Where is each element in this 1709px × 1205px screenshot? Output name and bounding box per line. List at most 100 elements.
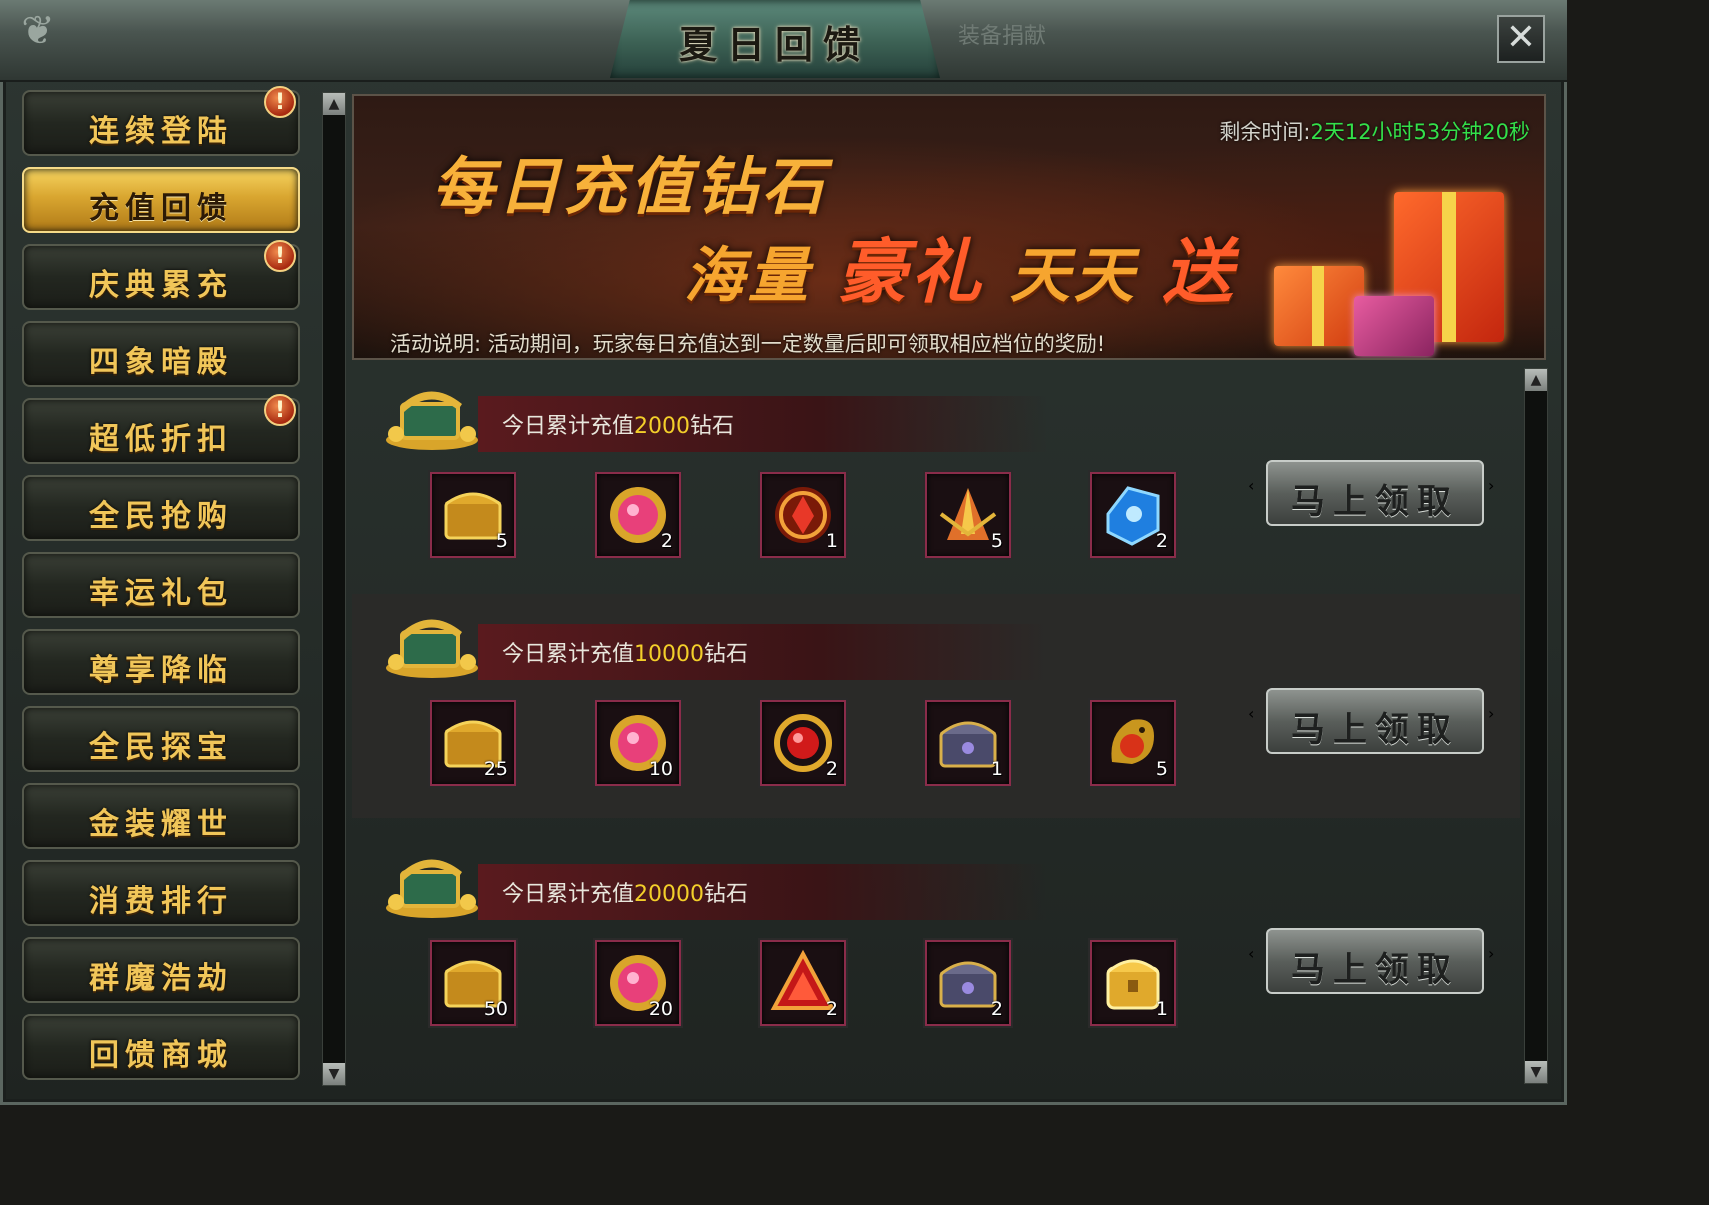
- item-count: 10: [648, 758, 673, 780]
- sidebar-item-label: 四象暗殿: [89, 345, 233, 380]
- item-count: 2: [1155, 530, 1168, 552]
- red-triangle-icon[interactable]: 2: [760, 940, 846, 1026]
- banner-subheadline: 海量 豪礼 天天 送: [684, 216, 1237, 317]
- pink-gem-icon[interactable]: 2: [595, 472, 681, 558]
- remaining-time-label: 剩余时间:: [1219, 120, 1311, 144]
- sidebar-item-discount[interactable]: 超低折扣 !: [22, 394, 300, 464]
- sidebar-item-flash-sale[interactable]: 全民抢购: [22, 475, 300, 541]
- tier-amount: 10000: [634, 642, 705, 667]
- sidebar-item-label: 连续登陆: [89, 114, 233, 149]
- dragon-icon[interactable]: 5: [1090, 700, 1176, 786]
- scroll-up-icon[interactable]: ▲: [323, 93, 345, 115]
- sidebar-item-vip-arrival[interactable]: 尊享降临: [22, 629, 300, 695]
- alert-badge-icon: !: [264, 86, 296, 118]
- remaining-time: 剩余时间:2天12小时53分钟20秒: [1219, 116, 1530, 146]
- blue-gem-icon[interactable]: 2: [1090, 472, 1176, 558]
- gold-chest-icon[interactable]: 25: [430, 700, 516, 786]
- sidebar-item-four-symbols[interactable]: 四象暗殿: [22, 321, 300, 387]
- description-text: 活动期间，玩家每日充值达到一定数量后即可领取相应档位的奖励!: [487, 332, 1106, 356]
- sidebar-item-label: 尊享降临: [89, 653, 233, 688]
- description-label: 活动说明:: [390, 332, 482, 356]
- sidebar-scrollbar[interactable]: ▲ ▼: [322, 92, 346, 1086]
- tier-requirement: 今日累计充值20000钻石: [502, 876, 748, 908]
- red-ring-icon[interactable]: 2: [760, 700, 846, 786]
- sidebar-item-lucky-pack[interactable]: 幸运礼包: [22, 552, 300, 618]
- event-banner: 每日充值钻石 海量 豪礼 天天 送 剩余时间:2天12小时53分钟20秒 活动说…: [352, 94, 1546, 360]
- scroll-down-icon[interactable]: ▼: [1525, 1061, 1547, 1083]
- window-frame: ❦ 夏日回馈 装备捐献 ✕ 连续登陆 ! 充值回馈 庆典累充 ! 四象暗殿 超低…: [0, 0, 1567, 1105]
- claim-button-label: 马上领取: [1291, 482, 1459, 522]
- sidebar-item-treasure-hunt[interactable]: 全民探宝: [22, 706, 300, 772]
- tier-suffix: 钻石: [690, 414, 735, 439]
- chevron-left-icon: ‹: [1248, 944, 1255, 963]
- sidebar: 连续登陆 ! 充值回馈 庆典累充 ! 四象暗殿 超低折扣 ! 全民抢购 幸运礼包…: [18, 86, 308, 1091]
- title-bar: ❦ 夏日回馈 装备捐献 ✕: [0, 0, 1567, 82]
- tier-amount: 20000: [634, 882, 705, 907]
- sidebar-item-label: 全民抢购: [89, 499, 233, 534]
- corner-ornament-icon: ❦: [21, 8, 55, 54]
- sidebar-item-label: 消费排行: [89, 884, 233, 919]
- item-count: 20: [648, 998, 673, 1020]
- golden-box-icon[interactable]: 1: [1090, 940, 1176, 1026]
- tab-equipment-donate[interactable]: 装备捐献: [958, 18, 1046, 50]
- claim-button[interactable]: 马上领取: [1266, 688, 1484, 754]
- sidebar-item-login[interactable]: 连续登陆 !: [22, 86, 300, 156]
- event-description: 活动说明: 活动期间，玩家每日充值达到一定数量后即可领取相应档位的奖励!: [390, 328, 1105, 358]
- tier-prefix: 今日累计充值: [502, 414, 635, 439]
- item-count: 2: [990, 998, 1003, 1020]
- sidebar-item-spending-rank[interactable]: 消费排行: [22, 860, 300, 926]
- alert-badge-icon: !: [264, 240, 296, 272]
- red-crystal-orb-icon[interactable]: 1: [760, 472, 846, 558]
- sidebar-item-label: 全民探宝: [89, 730, 233, 765]
- sidebar-item-recharge-feedback[interactable]: 充值回馈: [22, 167, 300, 233]
- item-count: 2: [825, 998, 838, 1020]
- gold-chest-icon[interactable]: 5: [430, 472, 516, 558]
- feather-fan-icon[interactable]: 5: [925, 472, 1011, 558]
- sidebar-item-label: 群魔浩劫: [89, 961, 233, 996]
- silver-chest-icon[interactable]: 2: [925, 940, 1011, 1026]
- sidebar-item-label: 超低折扣: [89, 422, 233, 457]
- treasure-chest-icon: [386, 859, 478, 918]
- pink-gem-icon[interactable]: 20: [595, 940, 681, 1026]
- sidebar-item-gold-gear[interactable]: 金装耀世: [22, 783, 300, 849]
- title-plaque: 夏日回馈: [610, 0, 940, 78]
- chevron-right-icon: ›: [1488, 704, 1495, 723]
- remaining-time-value: 2天12小时53分钟20秒: [1310, 120, 1530, 144]
- sidebar-item-label: 回馈商城: [89, 1038, 233, 1073]
- sidebar-item-label: 金装耀世: [89, 807, 233, 842]
- scroll-down-icon[interactable]: ▼: [323, 1063, 345, 1085]
- gold-chest-icon[interactable]: 50: [430, 940, 516, 1026]
- sidebar-item-label: 庆典累充: [89, 268, 233, 303]
- reward-list: 今日累计充值2000钻石 5 2 1 5 2 马上领取 ‹ › 今日累计充值10…: [352, 366, 1520, 1078]
- claim-button-label: 马上领取: [1291, 710, 1459, 750]
- sidebar-item-demon-raid[interactable]: 群魔浩劫: [22, 937, 300, 1003]
- claim-button[interactable]: 马上领取: [1266, 928, 1484, 994]
- item-count: 1: [990, 758, 1003, 780]
- tier-suffix: 钻石: [704, 642, 749, 667]
- reward-list-scrollbar[interactable]: ▲ ▼: [1524, 368, 1548, 1084]
- item-count: 2: [660, 530, 673, 552]
- chevron-right-icon: ›: [1488, 944, 1495, 963]
- reward-tier: 今日累计充值20000钻石 50 20 2 2 1 马上领取 ‹ ›: [352, 834, 1520, 1058]
- sidebar-item-celebration[interactable]: 庆典累充 !: [22, 240, 300, 310]
- item-count: 25: [483, 758, 508, 780]
- item-count: 5: [1155, 758, 1168, 780]
- tier-amount: 2000: [634, 414, 691, 439]
- item-count: 5: [495, 530, 508, 552]
- close-button[interactable]: ✕: [1497, 15, 1545, 63]
- reward-tier: 今日累计充值10000钻石 25 10 2 1 5 马上领取 ‹ ›: [352, 594, 1520, 818]
- banner-headline: 每日充值钻石: [432, 150, 829, 223]
- item-count: 50: [483, 998, 508, 1020]
- treasure-chest-icon: [386, 619, 478, 678]
- item-count: 1: [1155, 998, 1168, 1020]
- window-title: 夏日回馈: [678, 22, 871, 67]
- silver-chest-icon[interactable]: 1: [925, 700, 1011, 786]
- banner-word-4: 送: [1162, 230, 1237, 313]
- sidebar-item-feedback-shop[interactable]: 回馈商城: [22, 1014, 300, 1080]
- reward-tier: 今日累计充值2000钻石 5 2 1 5 2 马上领取 ‹ ›: [352, 366, 1520, 590]
- tier-prefix: 今日累计充值: [502, 642, 635, 667]
- claim-button[interactable]: 马上领取: [1266, 460, 1484, 526]
- pink-gem-icon[interactable]: 10: [595, 700, 681, 786]
- scroll-up-icon[interactable]: ▲: [1525, 369, 1547, 391]
- sidebar-item-label: 充值回馈: [89, 191, 233, 226]
